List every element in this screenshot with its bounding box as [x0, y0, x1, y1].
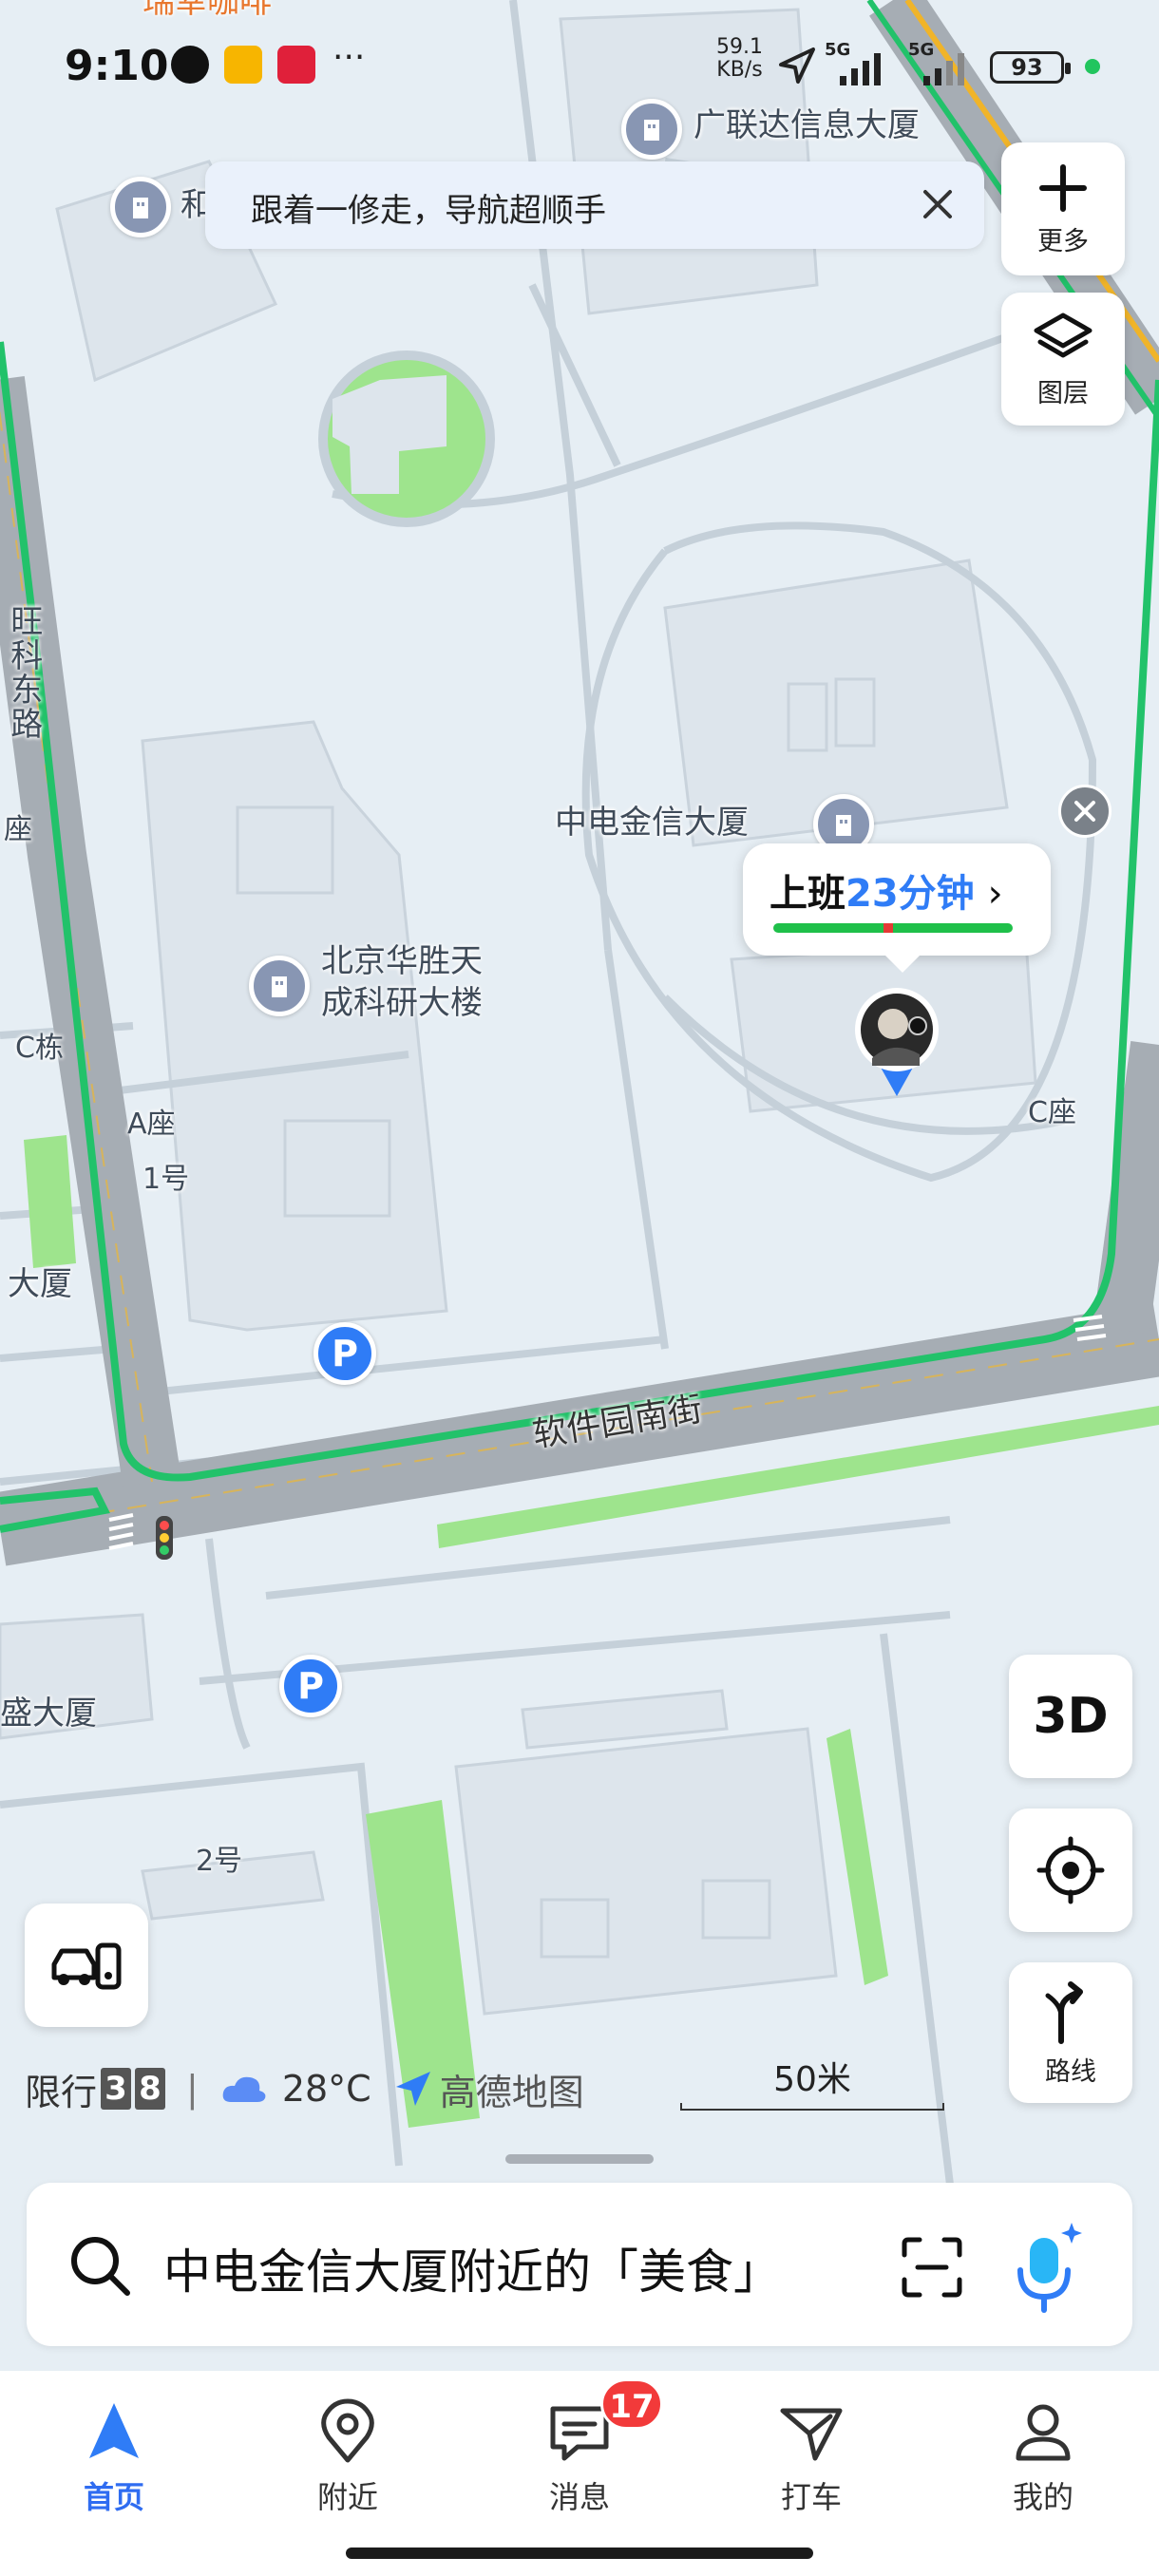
map-label-huasheng-line1[interactable]: 北京华胜天 [321, 942, 483, 981]
separator: | [186, 2068, 199, 2110]
tab-taxi[interactable]: 打车 [726, 2397, 897, 2517]
tab-nearby[interactable]: 附近 [262, 2397, 433, 2517]
nav-promo-banner[interactable]: 跟着一修走，导航超顺手 [205, 161, 984, 249]
tab-label: 消息 [548, 2479, 610, 2515]
search-bar[interactable]: 中电金信大厦附近的「美食」 [27, 2183, 1132, 2346]
locate-icon [1036, 1836, 1105, 1904]
chevron-right-icon: › [987, 872, 1003, 916]
plus-icon [1039, 163, 1087, 212]
building-icon[interactable] [621, 99, 682, 160]
search-input[interactable]: 中电金信大厦附近的「美食」 [163, 2234, 781, 2302]
building-icon[interactable] [110, 177, 171, 237]
tab-label: 打车 [780, 2479, 842, 2515]
location-arrow-icon [779, 47, 815, 84]
more-label: 更多 [1037, 226, 1089, 256]
car-traffic-icon [51, 1942, 122, 1990]
map-label-c-dong: C栋 [15, 1032, 64, 1065]
restrict-label: 限行 [25, 2071, 98, 2113]
commute-text: 上班23分钟 › [770, 862, 1003, 918]
tab-label: 首页 [83, 2479, 144, 2515]
map-label-dasha[interactable]: 大厦 [8, 1265, 72, 1304]
close-icon [1074, 801, 1095, 822]
parking-icon[interactable]: P [314, 1322, 376, 1385]
restrict-plate-1: 3 [101, 2068, 132, 2110]
commute-prefix: 上班 [770, 872, 846, 916]
commute-traffic-bar [773, 923, 1013, 933]
3d-toggle-button[interactable]: 3D [1009, 1655, 1132, 1778]
search-icon [71, 2237, 130, 2296]
signal-bars-icon-2 [923, 53, 964, 85]
commute-duration: 23分钟 [846, 872, 975, 916]
route-button[interactable]: 路线 [1009, 1962, 1132, 2103]
battery-indicator: 93 [990, 51, 1071, 84]
sheet-drag-handle[interactable] [505, 2154, 654, 2164]
temperature: 28°C [281, 2068, 371, 2110]
map-label-c-zuo: C座 [1028, 1096, 1076, 1129]
layers-button[interactable]: 图层 [1001, 293, 1125, 426]
map-label-zhongdian[interactable]: 中电金信大厦 [555, 804, 749, 843]
location-pin-icon [321, 2398, 374, 2463]
3d-label: 3D [1033, 1688, 1109, 1745]
layers-label: 图层 [1037, 378, 1089, 408]
traffic-button[interactable] [25, 1904, 148, 2027]
map-label-guanglianda[interactable]: 广联达信息大厦 [694, 106, 920, 145]
taxi-arrow-icon [780, 2408, 843, 2461]
map-label-huasheng-line2[interactable]: 成科研大楼 [321, 984, 483, 1023]
home-indicator[interactable] [346, 2548, 813, 2559]
building-icon[interactable] [249, 956, 310, 1016]
route-icon [1045, 1980, 1083, 2044]
status-bar: 9:10 ··· 59.1 KB/s 5G 5G 93 [0, 28, 1159, 104]
scan-icon[interactable] [899, 2234, 965, 2301]
user-avatar-marker[interactable] [851, 984, 942, 1098]
cloud-icon [222, 2076, 266, 2102]
network-speed: 59.1 KB/s [716, 35, 763, 82]
tab-label: 附近 [316, 2479, 378, 2515]
scale-line [680, 2103, 944, 2111]
amap-logo-icon [395, 2072, 430, 2106]
map-label-2hao: 2号 [196, 1845, 243, 1878]
route-label: 路线 [1045, 2056, 1096, 2087]
banner-text: 跟着一修走，导航超顺手 [251, 192, 606, 230]
clock-app-icon [171, 46, 209, 84]
tab-home[interactable]: 首页 [28, 2397, 200, 2517]
commute-close-button[interactable] [1058, 785, 1112, 838]
more-button[interactable]: 更多 [1001, 142, 1125, 275]
layers-icon [1034, 313, 1092, 357]
messages-badge: 17 [600, 2378, 663, 2430]
close-icon[interactable] [914, 180, 961, 228]
map-scale: 50米 [680, 2052, 944, 2111]
notes-app-icon [224, 46, 262, 84]
home-arrow-icon [89, 2403, 139, 2458]
map-label-a-zuo: A座 [127, 1108, 176, 1141]
mic-icon[interactable] [1009, 2219, 1087, 2314]
bottom-tab-bar: 首页 附近 消息 打车 我的 [0, 2371, 1159, 2576]
info-bar: 限行 3 8 | 28°C 高德地图 [25, 2055, 584, 2122]
map-label-wangkedonglu: 旺科东路 [4, 604, 43, 741]
commute-card[interactable]: 上班23分钟 › [743, 843, 1051, 973]
brand-label: 高德地图 [439, 2071, 584, 2113]
restrict-plate-2: 8 [135, 2068, 166, 2110]
user-icon [1016, 2404, 1071, 2461]
tab-label: 我的 [1012, 2479, 1074, 2515]
green-dot-indicator [1085, 59, 1100, 74]
more-notifications-icon: ··· [332, 38, 366, 77]
parking-icon[interactable]: P [279, 1655, 342, 1717]
map-label-zuo: 座 [4, 813, 32, 846]
scale-text: 50米 [773, 2060, 851, 2099]
status-time: 9:10 [65, 42, 169, 90]
tab-profile[interactable]: 我的 [958, 2397, 1129, 2517]
shopping-app-icon [277, 46, 315, 84]
map-label-1hao: 1号 [142, 1163, 190, 1196]
map-label-coffee[interactable]: 瑞幸咖啡 [142, 0, 272, 22]
locate-button[interactable] [1009, 1809, 1132, 1932]
signal-bars-icon [840, 53, 881, 85]
map-label-sheng-dasha[interactable]: 盛大厦 [0, 1695, 97, 1733]
